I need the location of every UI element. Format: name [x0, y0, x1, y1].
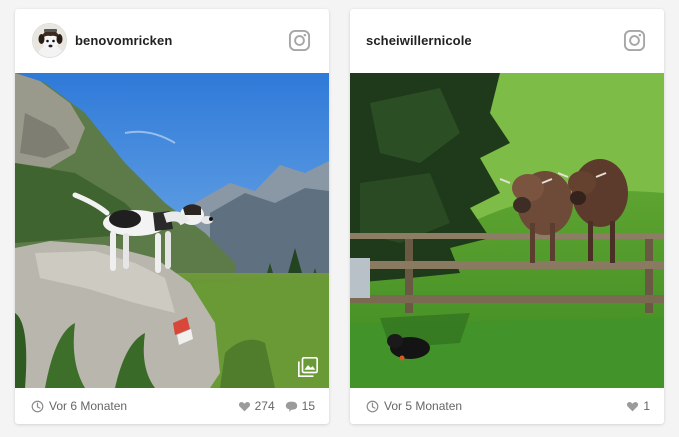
instagram-icon[interactable] — [288, 29, 311, 52]
time-label: Vor 6 Monaten — [49, 399, 128, 413]
post-photo[interactable] — [350, 73, 664, 388]
comments-count: 15 — [301, 399, 315, 413]
post-header: benovomricken — [15, 9, 329, 73]
clock-icon — [31, 400, 44, 412]
time-label: Vor 5 Monaten — [384, 399, 463, 413]
heart-icon[interactable] — [626, 400, 639, 413]
post-time: Vor 5 Monaten — [366, 399, 462, 413]
heart-icon[interactable] — [238, 400, 251, 413]
clock-icon — [366, 400, 379, 412]
post-stats: 1 — [626, 399, 650, 413]
likes-count: 274 — [254, 399, 275, 413]
post-footer: Vor 5 Monaten 1 — [350, 388, 664, 424]
post-stats: 274 15 — [238, 399, 315, 413]
likes-count: 1 — [643, 399, 650, 413]
post-time: Vor 6 Monaten — [31, 399, 127, 413]
post-photo[interactable] — [15, 73, 329, 388]
username[interactable]: scheiwillernicole — [366, 33, 472, 48]
post-header: scheiwillernicole — [350, 9, 664, 73]
avatar[interactable] — [32, 23, 67, 58]
cows-pasture-image — [350, 73, 664, 388]
post-card[interactable]: benovomricken Vor 6 Monaten 274 15 — [15, 9, 329, 424]
comment-icon[interactable] — [285, 400, 298, 413]
post-card[interactable]: scheiwillernicole Vor 5 Monaten 1 — [350, 9, 664, 424]
instagram-icon[interactable] — [623, 29, 646, 52]
post-footer: Vor 6 Monaten 274 15 — [15, 388, 329, 424]
gallery-icon — [298, 357, 318, 377]
mountain-dog-image — [15, 73, 329, 388]
username[interactable]: benovomricken — [75, 33, 172, 48]
